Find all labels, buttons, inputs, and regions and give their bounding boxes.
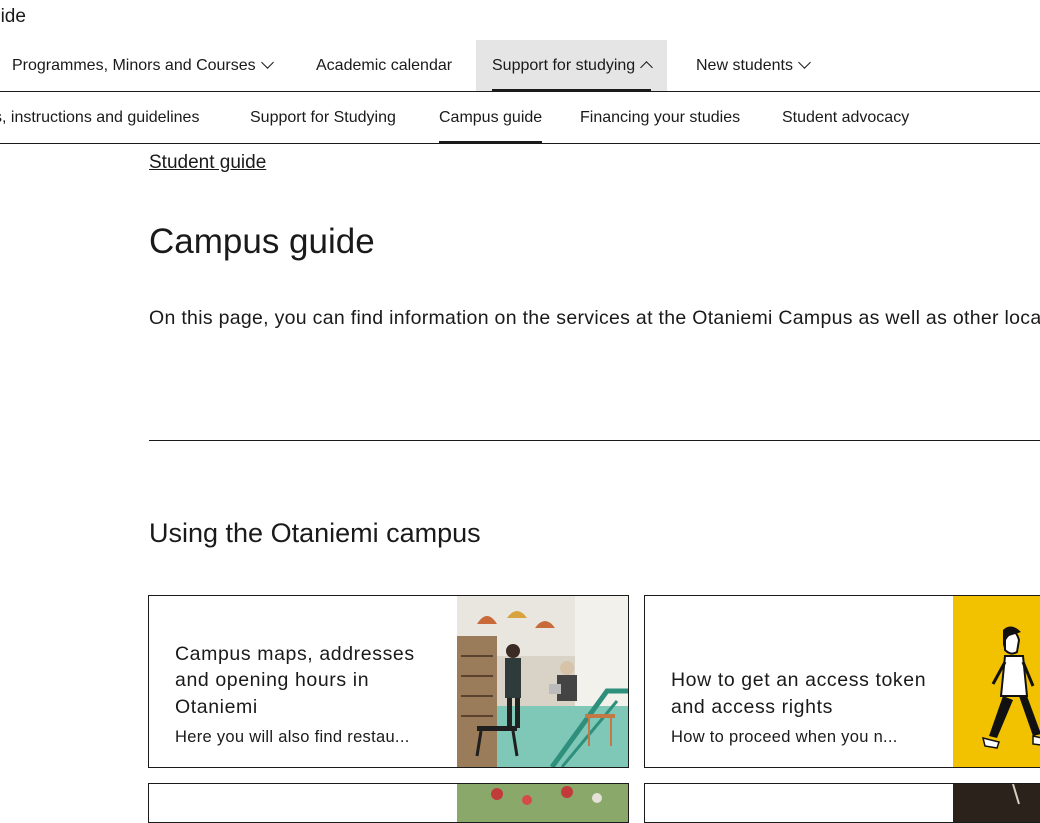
chevron-down-icon <box>260 56 274 69</box>
card-description: How to proceed when you n... <box>671 728 898 746</box>
nav-label: Programmes, Minors and Courses <box>12 56 256 74</box>
intro-text: On this page, you can find information o… <box>149 307 1040 329</box>
subnav-instructions-guidelines[interactable]: s, instructions and guidelines <box>0 92 199 143</box>
subnav-campus-guide[interactable]: Campus guide <box>439 92 543 144</box>
nav-label: New students <box>696 56 793 74</box>
nav-programmes-minors-courses[interactable]: Programmes, Minors and Courses <box>12 40 274 91</box>
nav-support-for-studying[interactable]: Support for studying <box>476 40 668 92</box>
chevron-up-icon <box>640 61 654 74</box>
primary-nav: Programmes, Minors and Courses Academic … <box>0 40 1040 92</box>
page-title: Campus guide <box>149 222 375 261</box>
dark-photo <box>953 784 1040 822</box>
section-title: Using the Otaniemi campus <box>149 518 481 548</box>
card-title: How to get an access token and access ri… <box>671 669 927 718</box>
walking-person-illustration <box>953 596 1040 767</box>
nav-label: Academic calendar <box>316 56 453 74</box>
nav-new-students[interactable]: New students <box>696 40 811 91</box>
breadcrumb-student-guide[interactable]: Student guide <box>149 152 266 174</box>
campus-interior-photo <box>457 596 628 767</box>
nav-label: Support for studying <box>492 56 636 74</box>
card-campus-maps[interactable]: Campus maps, addresses and opening hours… <box>148 595 629 768</box>
card-next-row-right[interactable] <box>644 783 1040 823</box>
card-title: Campus maps, addresses and opening hours… <box>175 642 415 718</box>
secondary-nav: s, instructions and guidelines Support f… <box>0 92 1040 144</box>
chevron-down-icon <box>798 56 811 69</box>
site-title[interactable]: uide <box>0 6 26 28</box>
flowers-photo <box>457 784 628 822</box>
nav-academic-calendar[interactable]: Academic calendar <box>316 40 452 91</box>
section-divider <box>149 440 1040 441</box>
card-access-token[interactable]: How to get an access token and access ri… <box>644 595 1040 768</box>
subnav-financing-your-studies[interactable]: Financing your studies <box>580 92 740 143</box>
subnav-support-for-studying[interactable]: Support for Studying <box>250 92 396 143</box>
subnav-student-advocacy[interactable]: Student advocacy <box>782 92 909 143</box>
card-next-row-left[interactable] <box>148 783 629 823</box>
card-description: Here you will also find restau... <box>175 728 410 746</box>
